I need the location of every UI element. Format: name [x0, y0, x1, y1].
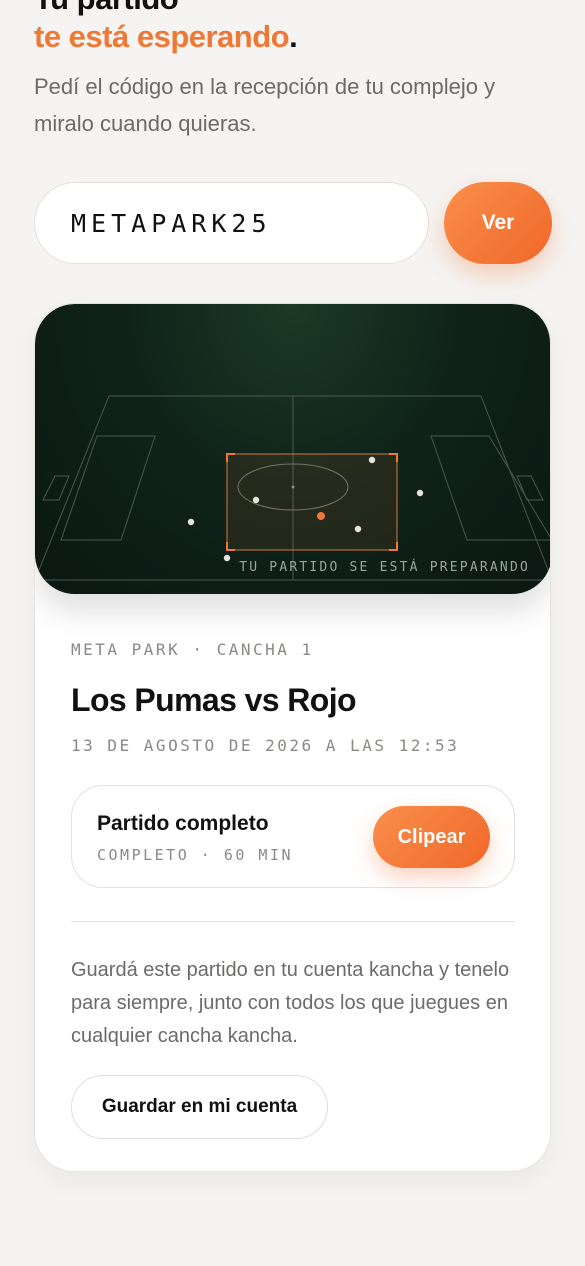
code-input[interactable]	[34, 182, 429, 264]
ver-button[interactable]: Ver	[444, 182, 552, 264]
ball-dot	[317, 512, 325, 520]
pitch-illustration	[35, 395, 550, 581]
player-dot	[223, 554, 231, 562]
match-title: Los Pumas vs Rojo	[71, 682, 357, 718]
save-to-account-button[interactable]: Guardar en mi cuenta	[71, 1075, 328, 1139]
hero-title-dot: .	[289, 19, 298, 54]
pitch-preview: TU PARTIDO SE ESTÁ PREPARANDO	[35, 304, 550, 594]
pitch-caption: TU PARTIDO SE ESTÁ PREPARANDO	[239, 560, 530, 575]
match-date: 13 DE AGOSTO DE 2026 A LAS 12:53	[71, 736, 460, 755]
clip-title: Partido completo	[97, 812, 269, 835]
player-dot	[187, 518, 195, 526]
hero-subtitle: Pedí el código en la recepción de tu com…	[34, 74, 496, 136]
hero-title: Tu partido te está esperando.	[34, 0, 298, 56]
right-penalty-box	[430, 435, 550, 541]
venue-label: META PARK · CANCHA 1	[71, 640, 314, 659]
divider	[71, 921, 515, 922]
clipear-button[interactable]: Clipear	[373, 806, 490, 868]
player-dot	[368, 456, 376, 464]
left-goal-box	[42, 475, 70, 501]
hero-title-accent: te está esperando	[34, 19, 290, 54]
player-dot	[354, 525, 362, 533]
hero-title-line2: te está esperando.	[34, 18, 298, 56]
clip-option: Partido completo COMPLETO · 60 MIN Clipe…	[71, 785, 515, 888]
hero-title-line1: Tu partido	[34, 0, 297, 18]
player-dot	[416, 489, 424, 497]
clip-meta: COMPLETO · 60 MIN	[97, 846, 294, 864]
match-card: TU PARTIDO SE ESTÁ PREPARANDO META PARK …	[34, 303, 551, 1172]
player-dot	[252, 496, 260, 504]
focus-frame	[226, 453, 398, 551]
save-description: Guardá este partido en tu cuenta kancha …	[71, 959, 510, 1047]
left-penalty-box	[60, 435, 156, 541]
